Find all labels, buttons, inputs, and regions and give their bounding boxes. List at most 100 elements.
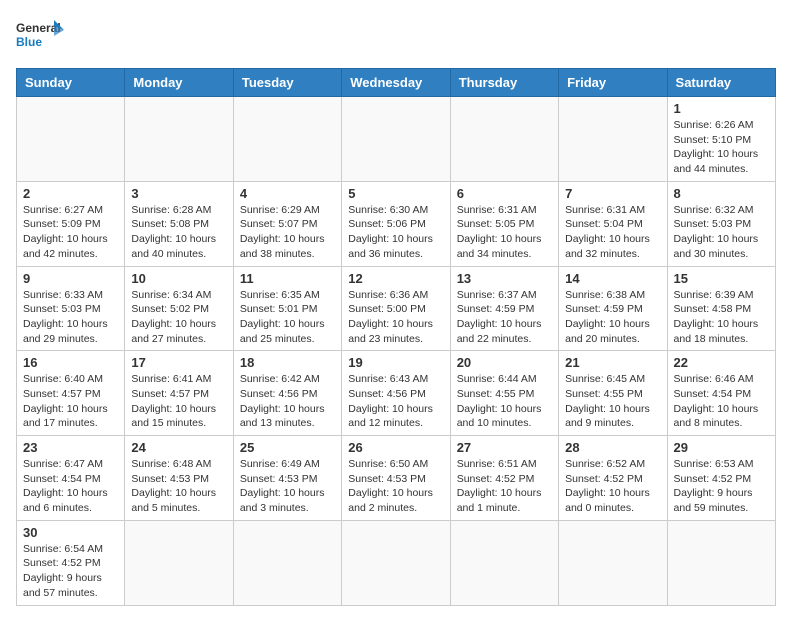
calendar-cell bbox=[233, 97, 341, 182]
calendar-cell: 5Sunrise: 6:30 AMSunset: 5:06 PMDaylight… bbox=[342, 181, 450, 266]
day-info: Sunrise: 6:37 AMSunset: 4:59 PMDaylight:… bbox=[457, 288, 552, 347]
calendar-cell: 14 Sunrise: 6:38 AMSunset: 4:59 PMDayligh… bbox=[559, 266, 667, 351]
calendar-cell: 19Sunrise: 6:43 AMSunset: 4:56 PMDayligh… bbox=[342, 351, 450, 436]
calendar-cell: 27 Sunrise: 6:51 AMSunset: 4:52 PMDayligh… bbox=[450, 436, 558, 521]
column-header-wednesday: Wednesday bbox=[342, 69, 450, 97]
day-number: 17 bbox=[131, 355, 226, 370]
column-header-sunday: Sunday bbox=[17, 69, 125, 97]
calendar-cell: 22 Sunrise: 6:46 AMSunset: 4:54 PMDayligh… bbox=[667, 351, 775, 436]
day-info: Sunrise: 6:42 AMSunset: 4:56 PMDaylight:… bbox=[240, 372, 335, 431]
day-number: 27 bbox=[457, 440, 552, 455]
calendar-cell: 24 Sunrise: 6:48 AMSunset: 4:53 PMDayligh… bbox=[125, 436, 233, 521]
day-info: Sunrise: 6:33 AMSunset: 5:03 PMDaylight:… bbox=[23, 288, 118, 347]
svg-text:Blue: Blue bbox=[16, 35, 42, 49]
logo: General Blue bbox=[16, 16, 66, 58]
day-info: Sunrise: 6:39 AMSunset: 4:58 PMDaylight:… bbox=[674, 288, 769, 347]
day-info: Sunrise: 6:38 AMSunset: 4:59 PMDaylight:… bbox=[565, 288, 660, 347]
day-info: Sunrise: 6:45 AMSunset: 4:55 PMDaylight:… bbox=[565, 372, 660, 431]
calendar-cell: 2Sunrise: 6:27 AMSunset: 5:09 PMDaylight… bbox=[17, 181, 125, 266]
day-info: Sunrise: 6:34 AMSunset: 5:02 PMDaylight:… bbox=[131, 288, 226, 347]
calendar-cell: 29Sunrise: 6:53 AMSunset: 4:52 PMDayligh… bbox=[667, 436, 775, 521]
day-number: 12 bbox=[348, 271, 443, 286]
day-number: 13 bbox=[457, 271, 552, 286]
calendar-week-row: 16 Sunrise: 6:40 AMSunset: 4:57 PMDayligh… bbox=[17, 351, 776, 436]
calendar-table: SundayMondayTuesdayWednesdayThursdayFrid… bbox=[16, 68, 776, 606]
day-number: 7 bbox=[565, 186, 660, 201]
day-number: 26 bbox=[348, 440, 443, 455]
day-number: 18 bbox=[240, 355, 335, 370]
calendar-cell bbox=[125, 97, 233, 182]
day-info: Sunrise: 6:52 AMSunset: 4:52 PMDaylight:… bbox=[565, 457, 660, 516]
calendar-cell bbox=[125, 520, 233, 605]
calendar-cell bbox=[559, 97, 667, 182]
calendar-cell bbox=[233, 520, 341, 605]
day-number: 30 bbox=[23, 525, 118, 540]
calendar-cell: 12 Sunrise: 6:36 AMSunset: 5:00 PMDayligh… bbox=[342, 266, 450, 351]
day-number: 24 bbox=[131, 440, 226, 455]
day-number: 28 bbox=[565, 440, 660, 455]
day-info: Sunrise: 6:31 AMSunset: 5:04 PMDaylight:… bbox=[565, 203, 660, 262]
calendar-cell bbox=[667, 520, 775, 605]
day-number: 20 bbox=[457, 355, 552, 370]
day-info: Sunrise: 6:51 AMSunset: 4:52 PMDaylight:… bbox=[457, 457, 552, 516]
calendar-cell: 9 Sunrise: 6:33 AMSunset: 5:03 PMDaylight… bbox=[17, 266, 125, 351]
calendar-cell: 13 Sunrise: 6:37 AMSunset: 4:59 PMDayligh… bbox=[450, 266, 558, 351]
day-number: 23 bbox=[23, 440, 118, 455]
calendar-cell: 15 Sunrise: 6:39 AMSunset: 4:58 PMDayligh… bbox=[667, 266, 775, 351]
header: General Blue bbox=[16, 16, 776, 58]
calendar-cell: 17 Sunrise: 6:41 AMSunset: 4:57 PMDayligh… bbox=[125, 351, 233, 436]
day-number: 5 bbox=[348, 186, 443, 201]
calendar-cell: 25 Sunrise: 6:49 AMSunset: 4:53 PMDayligh… bbox=[233, 436, 341, 521]
day-number: 4 bbox=[240, 186, 335, 201]
day-number: 25 bbox=[240, 440, 335, 455]
calendar-cell: 8Sunrise: 6:32 AMSunset: 5:03 PMDaylight… bbox=[667, 181, 775, 266]
day-number: 9 bbox=[23, 271, 118, 286]
calendar-week-row: 23 Sunrise: 6:47 AMSunset: 4:54 PMDayligh… bbox=[17, 436, 776, 521]
calendar-cell: 30 Sunrise: 6:54 AMSunset: 4:52 PMDayligh… bbox=[17, 520, 125, 605]
day-info: Sunrise: 6:40 AMSunset: 4:57 PMDaylight:… bbox=[23, 372, 118, 431]
calendar-cell: 6 Sunrise: 6:31 AMSunset: 5:05 PMDaylight… bbox=[450, 181, 558, 266]
day-number: 10 bbox=[131, 271, 226, 286]
day-info: Sunrise: 6:31 AMSunset: 5:05 PMDaylight:… bbox=[457, 203, 552, 262]
column-header-monday: Monday bbox=[125, 69, 233, 97]
calendar-cell: 4Sunrise: 6:29 AMSunset: 5:07 PMDaylight… bbox=[233, 181, 341, 266]
calendar-cell: 7 Sunrise: 6:31 AMSunset: 5:04 PMDaylight… bbox=[559, 181, 667, 266]
day-info: Sunrise: 6:43 AMSunset: 4:56 PMDaylight:… bbox=[348, 372, 443, 431]
day-info: Sunrise: 6:35 AMSunset: 5:01 PMDaylight:… bbox=[240, 288, 335, 347]
day-info: Sunrise: 6:46 AMSunset: 4:54 PMDaylight:… bbox=[674, 372, 769, 431]
day-info: Sunrise: 6:28 AMSunset: 5:08 PMDaylight:… bbox=[131, 203, 226, 262]
day-info: Sunrise: 6:36 AMSunset: 5:00 PMDaylight:… bbox=[348, 288, 443, 347]
calendar-week-row: 2Sunrise: 6:27 AMSunset: 5:09 PMDaylight… bbox=[17, 181, 776, 266]
day-info: Sunrise: 6:41 AMSunset: 4:57 PMDaylight:… bbox=[131, 372, 226, 431]
calendar-cell: 1 Sunrise: 6:26 AMSunset: 5:10 PMDaylight… bbox=[667, 97, 775, 182]
logo-svg: General Blue bbox=[16, 16, 66, 58]
day-info: Sunrise: 6:47 AMSunset: 4:54 PMDaylight:… bbox=[23, 457, 118, 516]
column-header-tuesday: Tuesday bbox=[233, 69, 341, 97]
day-number: 11 bbox=[240, 271, 335, 286]
calendar-cell bbox=[342, 520, 450, 605]
day-number: 6 bbox=[457, 186, 552, 201]
day-info: Sunrise: 6:32 AMSunset: 5:03 PMDaylight:… bbox=[674, 203, 769, 262]
calendar-cell bbox=[342, 97, 450, 182]
day-info: Sunrise: 6:48 AMSunset: 4:53 PMDaylight:… bbox=[131, 457, 226, 516]
day-number: 22 bbox=[674, 355, 769, 370]
day-number: 15 bbox=[674, 271, 769, 286]
calendar-cell: 10 Sunrise: 6:34 AMSunset: 5:02 PMDayligh… bbox=[125, 266, 233, 351]
day-number: 21 bbox=[565, 355, 660, 370]
calendar-cell: 20Sunrise: 6:44 AMSunset: 4:55 PMDayligh… bbox=[450, 351, 558, 436]
day-info: Sunrise: 6:26 AMSunset: 5:10 PMDaylight:… bbox=[674, 118, 769, 177]
calendar-cell bbox=[450, 520, 558, 605]
day-number: 29 bbox=[674, 440, 769, 455]
day-info: Sunrise: 6:54 AMSunset: 4:52 PMDaylight:… bbox=[23, 542, 118, 601]
calendar-cell: 23 Sunrise: 6:47 AMSunset: 4:54 PMDayligh… bbox=[17, 436, 125, 521]
day-info: Sunrise: 6:50 AMSunset: 4:53 PMDaylight:… bbox=[348, 457, 443, 516]
day-number: 16 bbox=[23, 355, 118, 370]
column-header-friday: Friday bbox=[559, 69, 667, 97]
day-number: 14 bbox=[565, 271, 660, 286]
day-info: Sunrise: 6:49 AMSunset: 4:53 PMDaylight:… bbox=[240, 457, 335, 516]
calendar-cell: 11 Sunrise: 6:35 AMSunset: 5:01 PMDayligh… bbox=[233, 266, 341, 351]
day-number: 1 bbox=[674, 101, 769, 116]
calendar-cell bbox=[17, 97, 125, 182]
calendar-week-row: 30 Sunrise: 6:54 AMSunset: 4:52 PMDayligh… bbox=[17, 520, 776, 605]
calendar-cell: 16 Sunrise: 6:40 AMSunset: 4:57 PMDayligh… bbox=[17, 351, 125, 436]
